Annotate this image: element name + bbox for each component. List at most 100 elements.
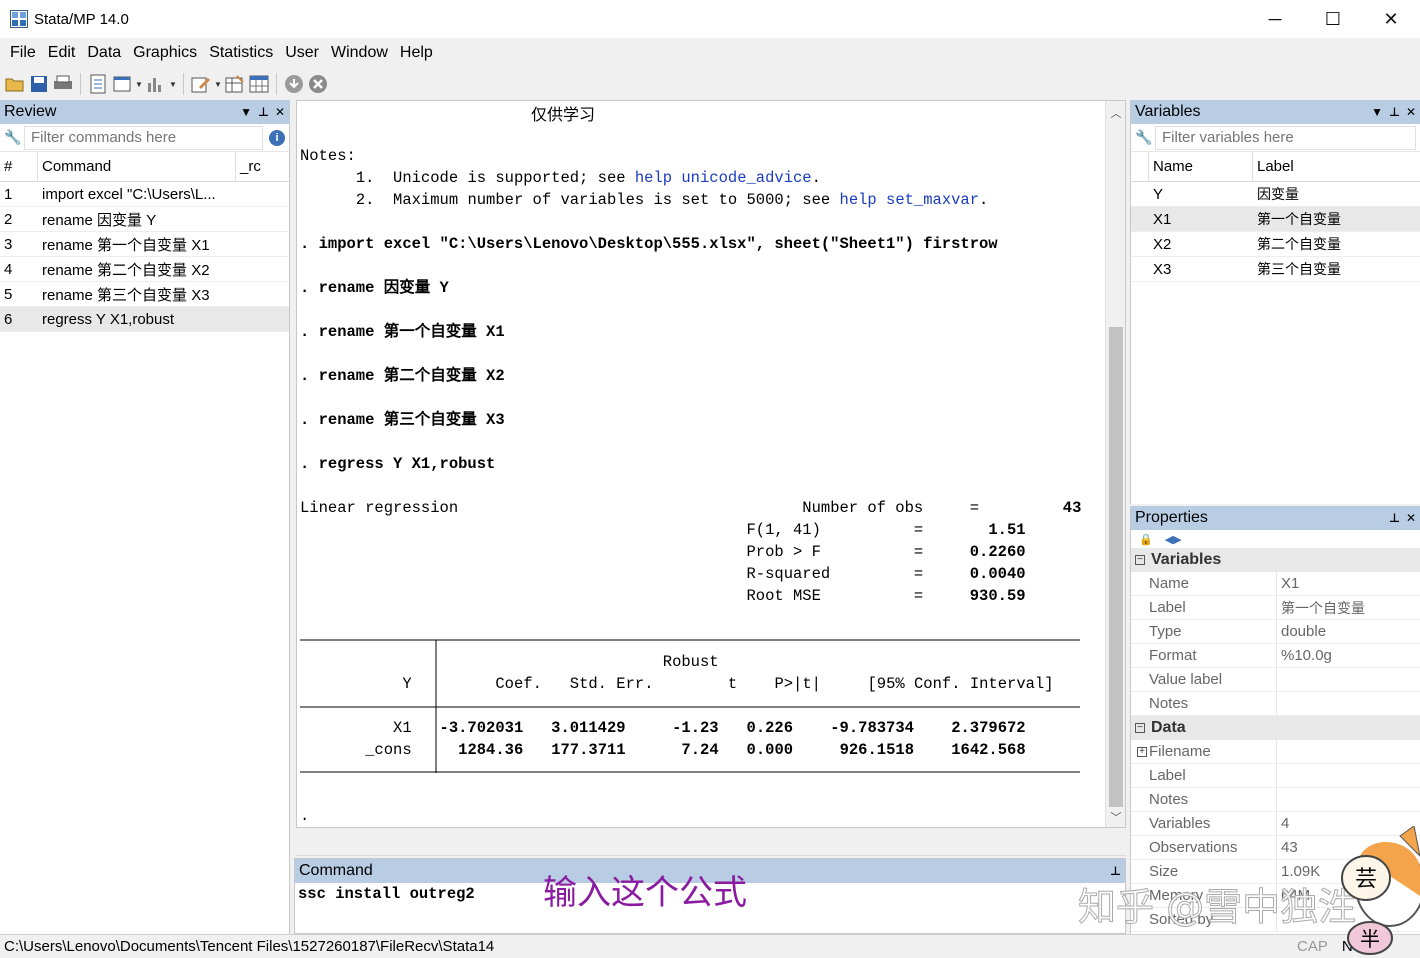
collapse-icon[interactable]: − [1135, 555, 1145, 565]
collapse-icon[interactable]: − [1135, 723, 1145, 733]
filter-pane-icon[interactable]: ▼ [1371, 105, 1383, 119]
variable-row[interactable]: Y 因变量 [1131, 182, 1420, 207]
menu-data[interactable]: Data [81, 44, 127, 62]
watermark: 知乎 @雪中独泩 [1077, 885, 1357, 930]
results-status-strip [296, 828, 1126, 856]
close-button[interactable]: ✕ [1362, 0, 1420, 38]
back-arrow-icon[interactable]: ◀▶ [1165, 533, 1182, 546]
col-label[interactable]: Label [1253, 152, 1393, 181]
close-pane-icon[interactable]: ✕ [275, 105, 285, 119]
property-row[interactable]: Label [1131, 764, 1420, 788]
lock-icon[interactable]: 🔒 [1139, 533, 1153, 546]
property-row[interactable]: Notes [1131, 692, 1420, 716]
review-row[interactable]: 4 rename 第二个自变量 X2 [0, 257, 289, 282]
pin-icon[interactable]: ⊥ [1389, 511, 1400, 525]
model-title: Linear regression [300, 499, 459, 517]
help-unicode-advice-link[interactable]: help unicode_advice [635, 169, 812, 187]
scroll-up-icon[interactable]: ︿ [1106, 103, 1125, 123]
open-folder-icon[interactable] [4, 73, 26, 95]
property-row[interactable]: Name X1 [1131, 572, 1420, 596]
wrench-icon[interactable]: 🔧 [1135, 129, 1155, 146]
stata-app-icon [10, 10, 28, 28]
menu-window[interactable]: Window [325, 44, 394, 62]
echo-command: . import excel "C:\Users\Lenovo\Desktop\… [300, 235, 998, 253]
filter-pane-icon[interactable]: ▼ [240, 105, 252, 119]
do-file-editor-icon[interactable] [190, 73, 212, 95]
menu-file[interactable]: File [4, 44, 42, 62]
properties-variables-section[interactable]: − Variables [1131, 548, 1420, 572]
regression-table: Robust Y Coef. Std. Err. t P>|t| [95% Co… [365, 653, 1054, 759]
review-row[interactable]: 5 rename 第三个自变量 X3 [0, 282, 289, 307]
review-column-header: # Command _rc [0, 152, 289, 182]
property-row[interactable]: Value label [1131, 668, 1420, 692]
results-scrollbar[interactable]: ︿ ﹀ [1105, 101, 1125, 827]
properties-header: Properties ⊥ ✕ [1131, 506, 1420, 530]
variables-title: Variables [1135, 103, 1201, 120]
echo-command: . rename 第一个自变量 X1 [300, 323, 505, 341]
more-icon[interactable] [283, 73, 305, 95]
col-command[interactable]: Command [38, 152, 236, 181]
pin-icon[interactable]: ⊥ [1389, 105, 1400, 119]
menu-user[interactable]: User [279, 44, 325, 62]
help-set-maxvar-link[interactable]: help set_maxvar [840, 191, 980, 209]
menu-graphics[interactable]: Graphics [127, 44, 203, 62]
scroll-thumb[interactable] [1109, 327, 1123, 807]
annotation-text: 输入这个公式 [543, 873, 747, 913]
print-icon[interactable] [52, 73, 74, 95]
graph-icon[interactable] [145, 73, 167, 95]
results-banner: 仅供学习 [531, 105, 596, 124]
pin-icon[interactable]: ⊥ [258, 105, 269, 119]
break-icon[interactable] [307, 73, 329, 95]
property-row[interactable]: Type double [1131, 620, 1420, 644]
menu-edit[interactable]: Edit [42, 44, 82, 62]
minimize-button[interactable]: ─ [1246, 0, 1304, 38]
menu-statistics[interactable]: Statistics [203, 44, 279, 62]
scroll-down-icon[interactable]: ﹀ [1106, 807, 1125, 827]
menu-help[interactable]: Help [394, 44, 439, 62]
col-num[interactable]: # [0, 152, 38, 181]
cat-mascot-sticker: 芸 半 [1341, 826, 1420, 955]
review-row[interactable]: 1 import excel "C:\Users\L... [0, 182, 289, 207]
status-bar: C:\Users\Lenovo\Documents\Tencent Files\… [0, 934, 1420, 958]
review-row[interactable]: 3 rename 第一个自变量 X1 [0, 232, 289, 257]
save-icon[interactable] [28, 73, 50, 95]
variable-row-selected[interactable]: X1 第一个自变量 [1131, 207, 1420, 232]
review-header: Review ▼ ⊥ ✕ [0, 100, 289, 124]
col-name[interactable]: Name [1149, 152, 1253, 181]
col-rc[interactable]: _rc [236, 152, 288, 181]
variable-row[interactable]: X3 第三个自变量 [1131, 257, 1420, 282]
viewer-icon[interactable] [111, 73, 133, 95]
do-file-dropdown-icon[interactable]: ▼ [214, 80, 222, 89]
property-row[interactable]: + Filename [1131, 740, 1420, 764]
property-row[interactable]: Label 第一个自变量 [1131, 596, 1420, 620]
review-row-selected[interactable]: 6 regress Y X1,robust [0, 307, 289, 332]
title-bar: Stata/MP 14.0 ─ ☐ ✕ [0, 0, 1420, 38]
svg-text:半: 半 [1360, 927, 1380, 951]
info-icon[interactable]: i [269, 129, 285, 146]
variable-row[interactable]: X2 第二个自变量 [1131, 232, 1420, 257]
data-browser-icon[interactable] [248, 73, 270, 95]
close-pane-icon[interactable]: ✕ [1406, 105, 1416, 119]
review-title: Review [4, 103, 57, 120]
review-row[interactable]: 2 rename 因变量 Y [0, 207, 289, 232]
menu-bar: File Edit Data Graphics Statistics User … [0, 38, 1420, 68]
expand-icon[interactable]: + [1137, 746, 1147, 757]
viewer-dropdown-icon[interactable]: ▼ [135, 80, 143, 89]
wrench-icon[interactable]: 🔧 [4, 129, 24, 146]
property-row[interactable]: Format %10.0g [1131, 644, 1420, 668]
data-editor-icon[interactable] [224, 73, 246, 95]
properties-data-section[interactable]: − Data [1131, 716, 1420, 740]
echo-command: . regress Y X1,robust [300, 455, 496, 473]
results-window[interactable]: 仅供学习 Notes: 1. Unicode is supported; see… [296, 100, 1126, 828]
close-pane-icon[interactable]: ✕ [1406, 511, 1416, 525]
variables-column-header: Name Label [1131, 152, 1420, 182]
review-filter-input[interactable] [24, 125, 263, 150]
variables-filter-input[interactable] [1155, 125, 1416, 150]
log-icon[interactable] [87, 73, 109, 95]
command-title: Command [299, 862, 373, 879]
maximize-button[interactable]: ☐ [1304, 0, 1362, 38]
property-row[interactable]: Notes [1131, 788, 1420, 812]
graph-dropdown-icon[interactable]: ▼ [169, 80, 177, 89]
results-output: Notes: 1. Unicode is supported; see help… [300, 147, 1082, 605]
echo-command: . rename 第三个自变量 X3 [300, 411, 505, 429]
